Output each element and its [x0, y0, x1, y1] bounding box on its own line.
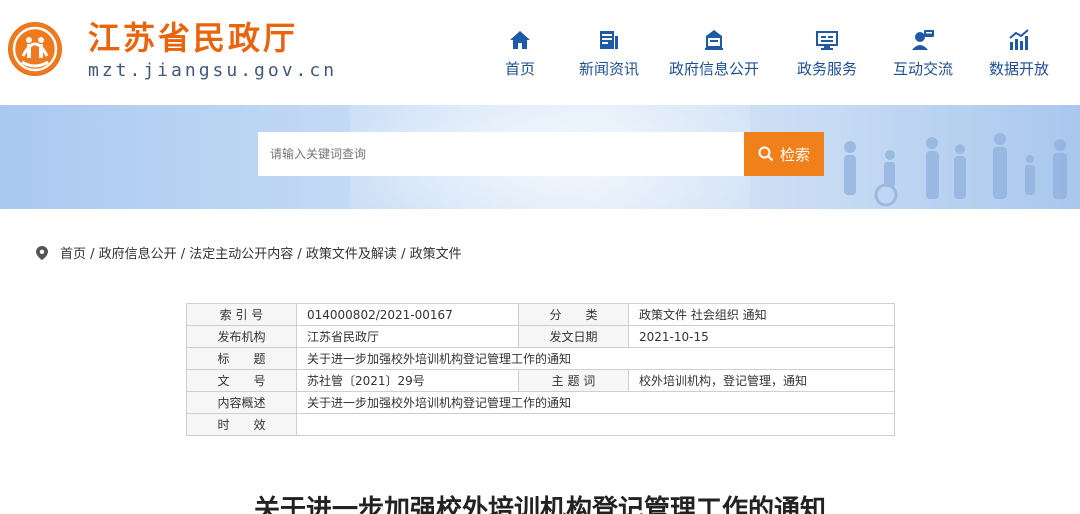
publisher-label: 发布机构 [186, 325, 297, 348]
logo-emblem-icon [9, 23, 61, 75]
nav-home[interactable]: 首页 [495, 28, 545, 79]
site-header: 江苏省民政厅 mzt.jiangsu.gov.cn 首页 新闻资讯 政府信息公开… [0, 0, 1080, 105]
nav-news[interactable]: 新闻资讯 [569, 28, 649, 79]
home-icon [510, 31, 530, 49]
title-value: 关于进一步加强校外培训机构登记管理工作的通知 [296, 347, 895, 370]
chart-trend-icon [1009, 29, 1029, 50]
chat-person-icon [912, 30, 934, 50]
site-domain: mzt.jiangsu.gov.cn [88, 60, 338, 81]
keywords-label: 主 题 词 [518, 369, 629, 392]
site-title[interactable]: 江苏省民政厅 [88, 20, 298, 56]
news-icon [600, 31, 618, 49]
category-value: 政策文件 社会组织 通知 [628, 303, 895, 326]
summary-value: 关于进一步加强校外培训机构登记管理工作的通知 [296, 391, 895, 414]
search-button[interactable]: 检索 [744, 132, 824, 176]
breadcrumb: 首页 / 政府信息公开 / 法定主动公开内容 / 政策文件及解读 / 政策文件 [36, 243, 462, 262]
site-logo[interactable] [8, 22, 62, 76]
index-value: 014000802/2021-00167 [296, 303, 519, 326]
document-meta-table: 索 引 号 014000802/2021-00167 分 类 政策文件 社会组织… [186, 303, 895, 436]
table-row: 内容概述 关于进一步加强校外培训机构登记管理工作的通知 [186, 391, 895, 414]
title-label: 标 题 [186, 347, 297, 370]
document-title: 关于进一步加强校外培训机构登记管理工作的通知 [253, 495, 826, 514]
category-label: 分 类 [518, 303, 629, 326]
date-value: 2021-10-15 [628, 325, 895, 348]
location-pin-icon [36, 245, 48, 260]
table-row: 发布机构 江苏省民政厅 发文日期 2021-10-15 [186, 325, 895, 348]
publisher-value: 江苏省民政厅 [296, 325, 519, 348]
government-building-icon [705, 30, 723, 50]
nav-gov-info[interactable]: 政府信息公开 [659, 28, 769, 79]
validity-value [296, 413, 895, 436]
search-icon [758, 146, 774, 162]
table-row: 时 效 [186, 413, 895, 436]
nav-open-data[interactable]: 数据开放 [979, 28, 1059, 79]
table-row: 文 号 苏社管〔2021〕29号 主 题 词 校外培训机构，登记管理，通知 [186, 369, 895, 392]
main-nav: 首页 新闻资讯 政府信息公开 政务服务 互动交流 数据开放 [495, 28, 1059, 79]
nav-interaction[interactable]: 互动交流 [883, 28, 963, 79]
date-label: 发文日期 [518, 325, 629, 348]
docno-value: 苏社管〔2021〕29号 [296, 369, 519, 392]
nav-gov-service[interactable]: 政务服务 [787, 28, 867, 79]
monitor-icon [816, 31, 838, 50]
search-banner: 检索 [0, 105, 1080, 209]
search-button-label: 检索 [779, 145, 810, 164]
breadcrumb-text[interactable]: 首页 / 政府信息公开 / 法定主动公开内容 / 政策文件及解读 / 政策文件 [60, 243, 462, 262]
search-input[interactable] [258, 132, 744, 176]
validity-label: 时 效 [186, 413, 297, 436]
table-row: 标 题 关于进一步加强校外培训机构登记管理工作的通知 [186, 347, 895, 370]
docno-label: 文 号 [186, 369, 297, 392]
keywords-value: 校外培训机构，登记管理，通知 [628, 369, 895, 392]
index-label: 索 引 号 [186, 303, 297, 326]
people-silhouette-icon [844, 133, 1067, 207]
table-row: 索 引 号 014000802/2021-00167 分 类 政策文件 社会组织… [186, 303, 895, 326]
content-card: 首页 / 政府信息公开 / 法定主动公开内容 / 政策文件及解读 / 政策文件 … [8, 209, 1072, 514]
summary-label: 内容概述 [186, 391, 297, 414]
